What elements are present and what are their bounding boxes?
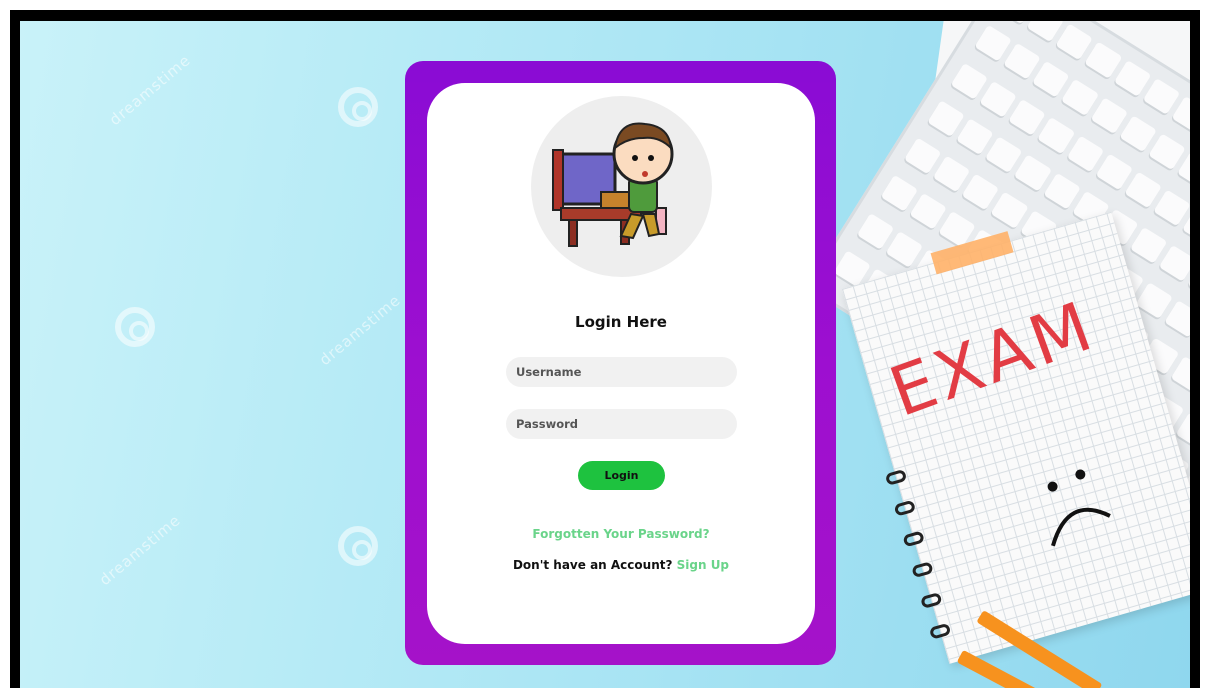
watermark-logo-icon <box>338 87 378 127</box>
page-title: Login Here <box>575 313 667 331</box>
watermark-logo-icon <box>338 526 378 566</box>
signup-link[interactable]: Sign Up <box>677 558 729 572</box>
login-card-frame: Login Here Login Forgotten Your Password… <box>405 61 836 665</box>
forgot-password-link[interactable]: Forgotten Your Password? <box>427 527 815 541</box>
page-frame: dreamstime dreamstime dreamstime EXAM Lo… <box>10 10 1200 688</box>
notebook-exam-text: EXAM <box>880 286 1106 433</box>
password-input[interactable] <box>506 409 737 439</box>
sad-face-icon <box>1047 469 1111 547</box>
username-input[interactable] <box>506 357 737 387</box>
watermark-logo-icon <box>115 307 155 347</box>
signup-prompt: Don't have an Account? Sign Up <box>427 558 815 572</box>
login-card: Login Here Login Forgotten Your Password… <box>427 83 815 644</box>
avatar <box>531 96 712 277</box>
kid-at-computer-icon <box>552 122 674 247</box>
login-button[interactable]: Login <box>578 461 665 490</box>
no-account-text: Don't have an Account? <box>512 558 673 572</box>
